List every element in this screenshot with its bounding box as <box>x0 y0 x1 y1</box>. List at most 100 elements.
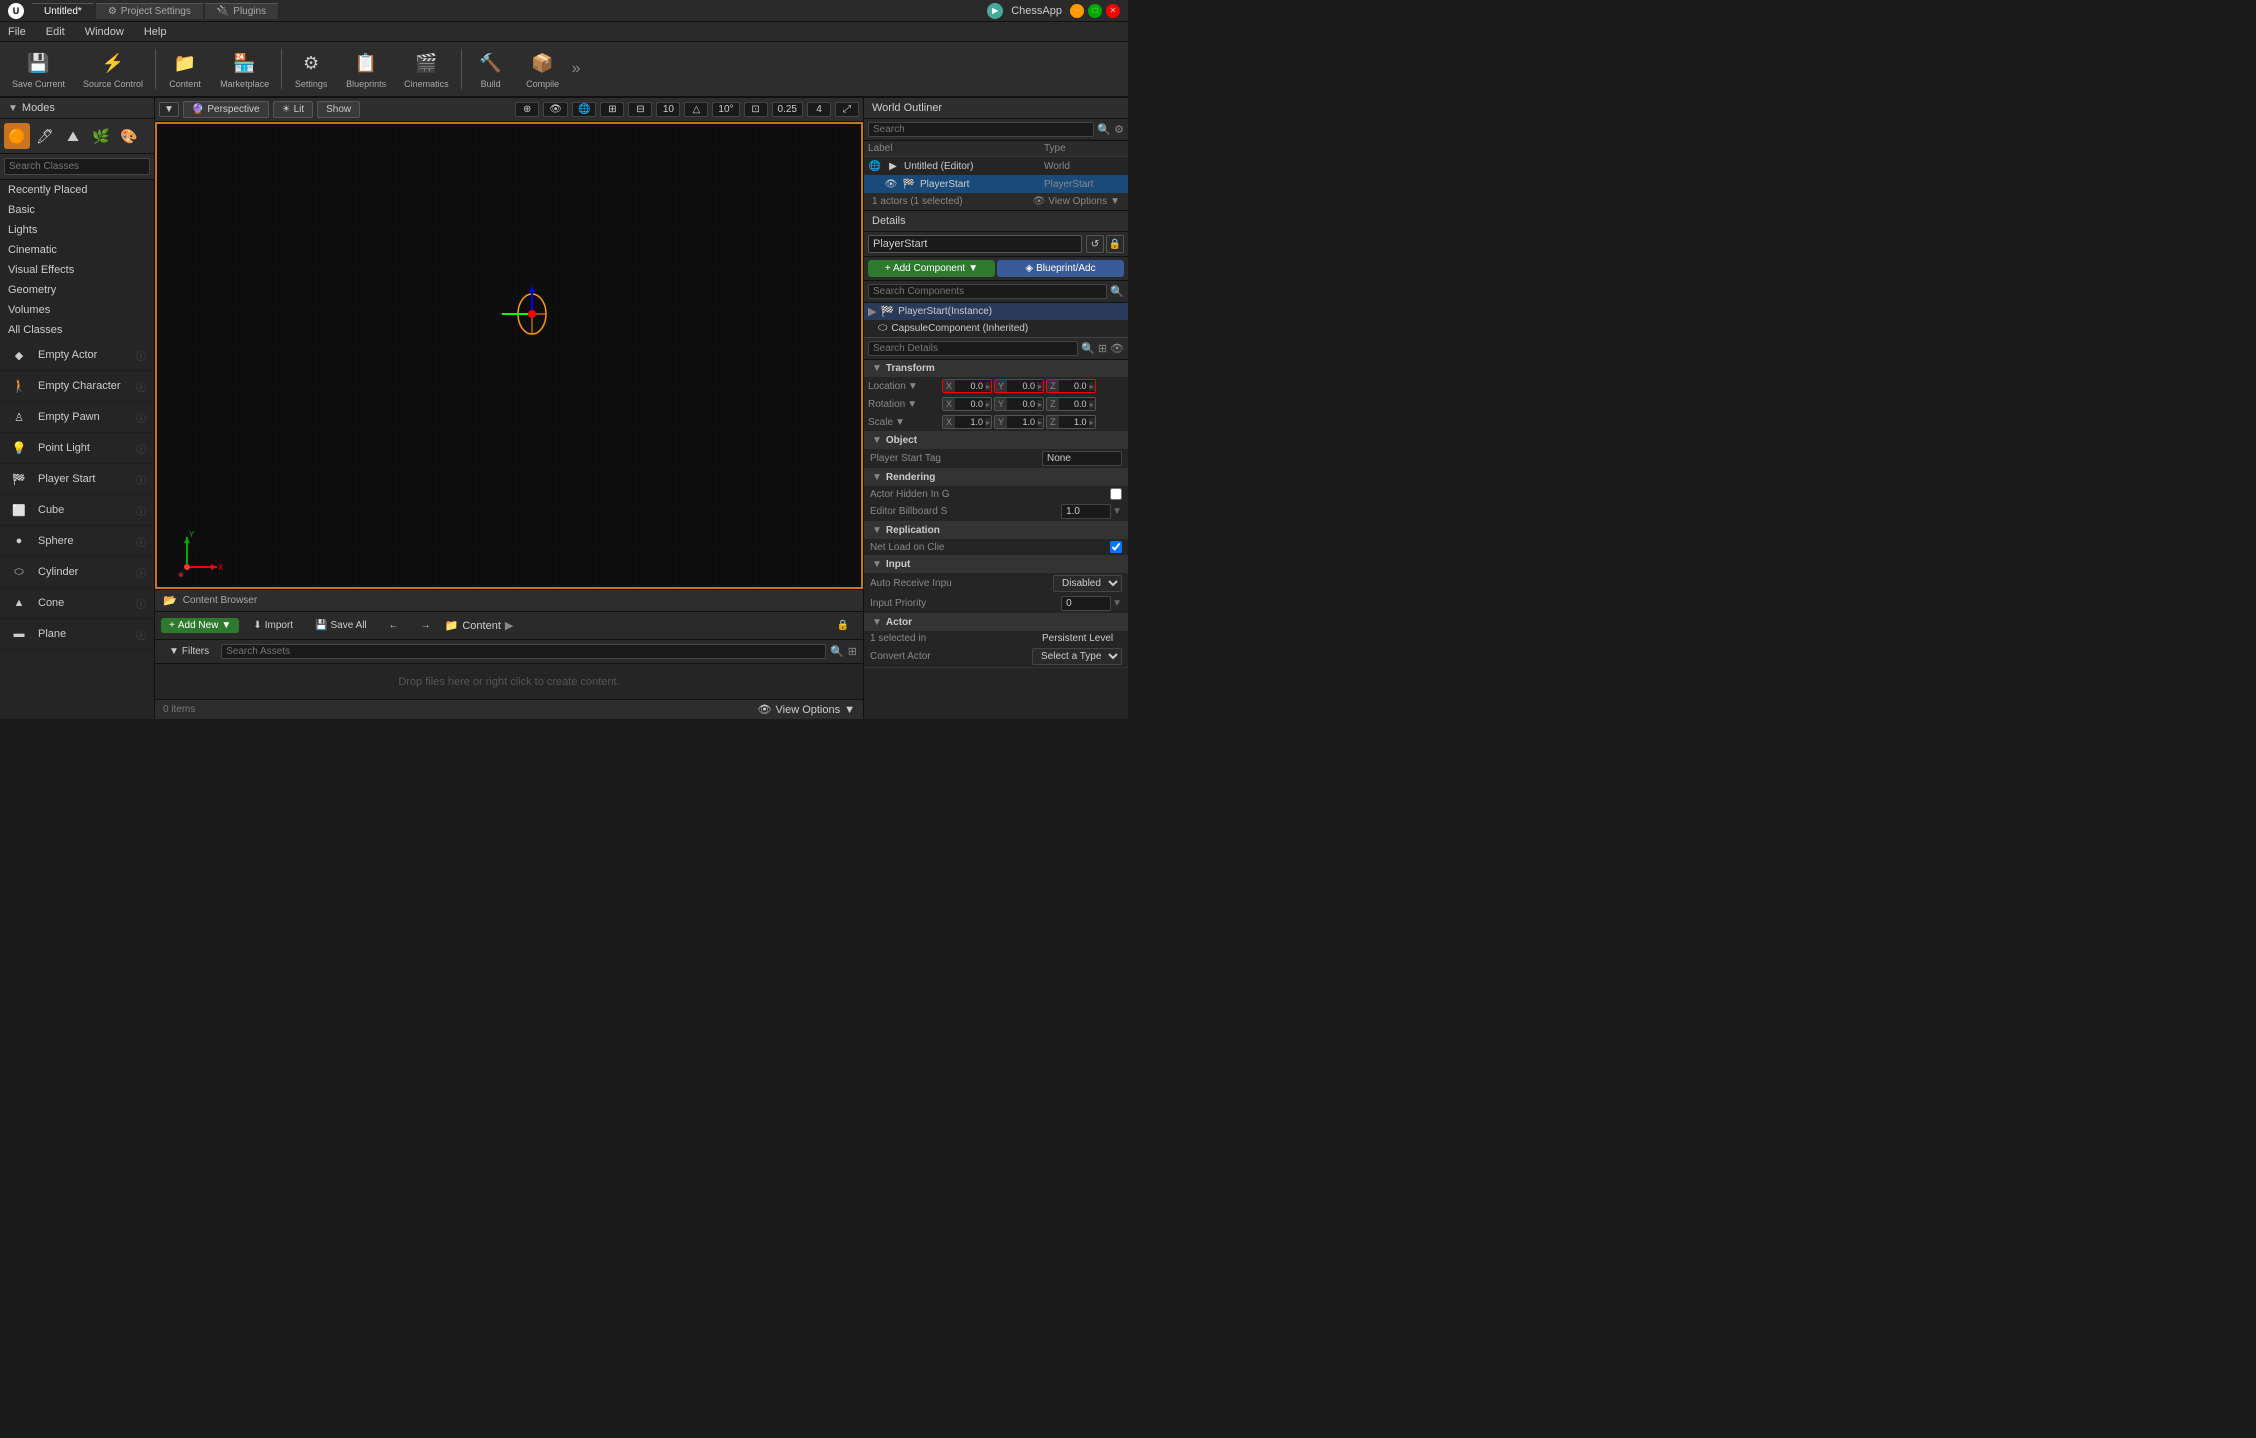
dp-search-input[interactable] <box>868 284 1107 299</box>
category-basic[interactable]: Basic <box>0 200 154 220</box>
filters-button[interactable]: ▼ Filters <box>161 644 217 659</box>
mode-foliage[interactable]: 🌿 <box>88 123 114 149</box>
location-dropdown[interactable]: ▼ <box>908 381 918 392</box>
dp-lock-button[interactable]: 🔒 <box>1106 235 1124 253</box>
view-options-footer[interactable]: 👁 View Options ▼ <box>758 703 855 716</box>
lit-button[interactable]: ☀ Lit <box>273 101 314 118</box>
mode-paint[interactable]: 🖊 <box>32 123 58 149</box>
scale-dropdown[interactable]: ▼ <box>895 417 905 428</box>
placement-empty-character[interactable]: 🚶 Empty Character ⓘ <box>0 371 154 402</box>
menu-help[interactable]: Help <box>140 26 171 38</box>
editor-billboard-input[interactable] <box>1061 504 1111 519</box>
transform-header[interactable]: ▼ Transform <box>864 360 1128 377</box>
wo-item-playerstart[interactable]: 👁 🏁 PlayerStart PlayerStart <box>864 175 1128 193</box>
vp-scale-icon[interactable]: ⊡ <box>744 102 768 117</box>
tab-project-settings[interactable]: ⚙ Project Settings <box>96 3 203 19</box>
placement-cylinder[interactable]: ⬭ Cylinder ⓘ <box>0 557 154 588</box>
category-volumes[interactable]: Volumes <box>0 300 154 320</box>
save-all-button[interactable]: 💾 Save All <box>307 618 375 633</box>
cb-content-area[interactable]: Drop files here or right click to create… <box>155 664 863 699</box>
tab-untitled[interactable]: Untitled* <box>32 3 94 19</box>
blueprint-button[interactable]: ◈ Blueprint/Adc <box>997 260 1124 277</box>
compile-button[interactable]: 📦 Compile <box>518 44 568 94</box>
dp-grid-view[interactable]: ⊞ <box>1098 342 1107 355</box>
dp-search-details-input[interactable] <box>868 341 1078 356</box>
menu-edit[interactable]: Edit <box>42 26 69 38</box>
vp-view-icon[interactable]: 👁 <box>543 102 568 117</box>
mode-landscape[interactable]: ⛰ <box>60 123 86 149</box>
placement-empty-pawn[interactable]: ♙ Empty Pawn ⓘ <box>0 402 154 433</box>
location-y-input[interactable] <box>1007 380 1037 392</box>
net-load-checkbox[interactable] <box>1110 541 1122 553</box>
nav-back-button[interactable]: ← <box>381 618 407 633</box>
perspective-button[interactable]: 🔮 Perspective <box>183 101 269 118</box>
toolbar-more-button[interactable]: » <box>570 56 583 82</box>
add-new-button[interactable]: + Add New ▼ <box>161 618 239 633</box>
rotation-x-spin[interactable]: ▸ <box>985 400 991 409</box>
placement-cone[interactable]: ▲ Cone ⓘ <box>0 588 154 619</box>
location-y-spin[interactable]: ▸ <box>1037 382 1043 391</box>
vp-grid-value[interactable]: 10 <box>656 102 680 117</box>
vp-snap-icon[interactable]: ⊞ <box>600 102 624 117</box>
scale-z-spin[interactable]: ▸ <box>1089 418 1095 427</box>
cb-settings-button[interactable]: 🔒 <box>829 618 857 633</box>
add-component-button[interactable]: + Add Component ▼ <box>868 260 995 277</box>
convert-actor-select[interactable]: Select a Type <box>1032 648 1122 665</box>
nav-forward-button[interactable]: → <box>413 618 439 633</box>
wo-view-options[interactable]: 👁 View Options ▼ <box>1033 196 1120 207</box>
input-priority-spin[interactable]: ▼ <box>1112 598 1122 609</box>
tab-plugins[interactable]: 🔌 Plugins <box>205 3 278 19</box>
vp-scale-value[interactable]: 0.25 <box>772 102 803 117</box>
scale-x-input[interactable] <box>955 416 985 428</box>
rotation-dropdown[interactable]: ▼ <box>907 399 917 410</box>
category-cinematic[interactable]: Cinematic <box>0 240 154 260</box>
placement-plane[interactable]: ▬ Plane ⓘ <box>0 619 154 650</box>
rotation-x-input[interactable] <box>955 398 985 410</box>
rotation-z-input[interactable] <box>1059 398 1089 410</box>
search-classes-input[interactable] <box>4 158 150 175</box>
vp-camera-speed[interactable]: 4 <box>807 102 831 117</box>
vp-globe-icon[interactable]: 🌐 <box>572 102 596 117</box>
category-all-classes[interactable]: All Classes <box>0 320 154 340</box>
mode-mesh[interactable]: 🎨 <box>116 123 142 149</box>
location-x-spin[interactable]: ▸ <box>985 382 991 391</box>
minimize-button[interactable]: − <box>1070 4 1084 18</box>
marketplace-button[interactable]: 🏪 Marketplace <box>212 44 277 94</box>
player-start-tag-input[interactable] <box>1042 451 1122 466</box>
component-playerstart-instance[interactable]: ▶ 🏁 PlayerStart(Instance) <box>864 303 1128 320</box>
mode-place[interactable]: 🟠 <box>4 123 30 149</box>
close-button[interactable]: ✕ <box>1106 4 1120 18</box>
rotation-y-spin[interactable]: ▸ <box>1037 400 1043 409</box>
category-recently-placed[interactable]: Recently Placed <box>0 180 154 200</box>
dp-name-input[interactable] <box>868 235 1082 253</box>
placement-point-light[interactable]: 💡 Point Light ⓘ <box>0 433 154 464</box>
location-x-input[interactable] <box>955 380 985 392</box>
actor-header[interactable]: ▼ Actor <box>864 614 1128 631</box>
wo-settings-icon[interactable]: ⚙ <box>1114 123 1124 136</box>
placement-sphere[interactable]: ● Sphere ⓘ <box>0 526 154 557</box>
cinematics-button[interactable]: 🎬 Cinematics <box>396 44 457 94</box>
rotation-y-input[interactable] <box>1007 398 1037 410</box>
scale-y-input[interactable] <box>1007 416 1037 428</box>
save-current-button[interactable]: 💾 Save Current <box>4 44 73 94</box>
actor-hidden-checkbox[interactable] <box>1110 488 1122 500</box>
vp-angle-icon[interactable]: △ <box>684 102 708 117</box>
scale-x-spin[interactable]: ▸ <box>985 418 991 427</box>
input-priority-input[interactable] <box>1061 596 1111 611</box>
dp-eye-view[interactable]: 👁 <box>1110 342 1124 355</box>
location-z-spin[interactable]: ▸ <box>1089 382 1095 391</box>
category-visual-effects[interactable]: Visual Effects <box>0 260 154 280</box>
settings-button[interactable]: ⚙ Settings <box>286 44 336 94</box>
category-geometry[interactable]: Geometry <box>0 280 154 300</box>
category-lights[interactable]: Lights <box>0 220 154 240</box>
build-button[interactable]: 🔨 Build <box>466 44 516 94</box>
viewport[interactable]: X Y ⊗ <box>155 122 863 589</box>
wo-item-untitled[interactable]: 🌐 ▶ Untitled (Editor) World <box>864 157 1128 175</box>
vp-rotation-value[interactable]: 10° <box>712 102 739 117</box>
input-header[interactable]: ▼ Input <box>864 556 1128 573</box>
blueprints-button[interactable]: 📋 Blueprints <box>338 44 394 94</box>
scale-z-input[interactable] <box>1059 416 1089 428</box>
object-header[interactable]: ▼ Object <box>864 432 1128 449</box>
auto-receive-select[interactable]: Disabled <box>1053 575 1122 592</box>
location-z-input[interactable] <box>1059 380 1089 392</box>
